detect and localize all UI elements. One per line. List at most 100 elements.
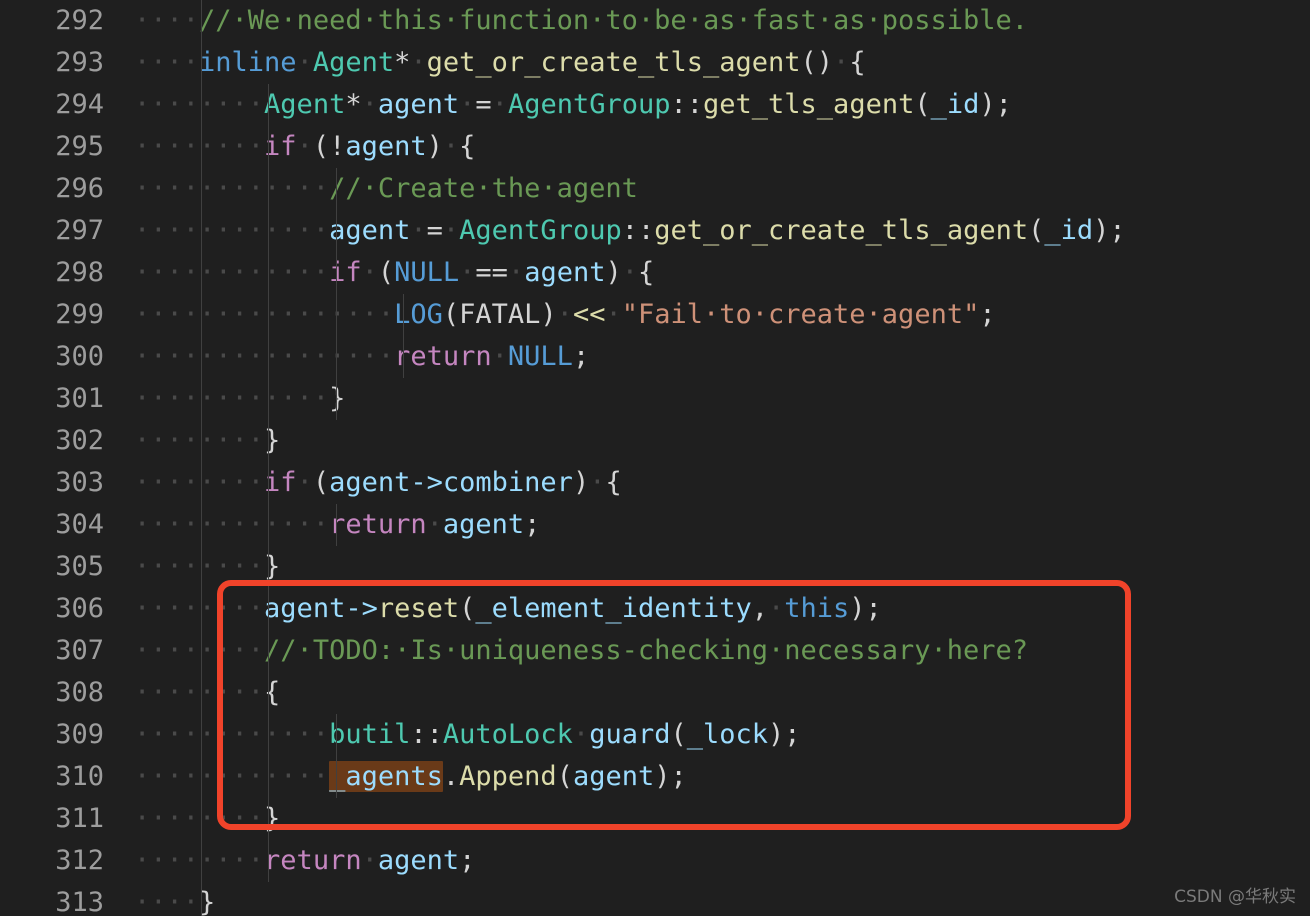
whitespace-marker: · — [361, 257, 378, 288]
whitespace-marker: · — [459, 89, 476, 120]
whitespace-markers: ···· — [134, 887, 200, 916]
code-token: guard — [589, 719, 671, 750]
code-line[interactable]: ············if·(NULL·==·agent)·{ — [134, 252, 654, 294]
code-line[interactable]: ········Agent*·agent·=·AgentGroup::get_t… — [134, 84, 1012, 126]
code-token: get_tls_agent — [703, 89, 915, 120]
indent-guide — [335, 714, 337, 798]
code-token: get_or_create_tls_agent — [426, 47, 801, 78]
code-token: //·We·need·this·function·to·be·as·fast·a… — [199, 5, 1029, 36]
code-token: ( — [377, 257, 395, 288]
whitespace-markers: ················ — [134, 299, 395, 330]
code-token: ( — [914, 89, 931, 120]
code-line[interactable]: ········if·(!agent)·{ — [134, 126, 475, 168]
code-line[interactable]: ········agent->reset(_element_identity,·… — [134, 588, 882, 630]
whitespace-markers: ········ — [134, 677, 265, 708]
code-line[interactable]: ········{ — [134, 672, 280, 714]
code-token: } — [264, 425, 281, 456]
code-token: = — [475, 89, 492, 120]
whitespace-markers: ············ — [134, 719, 330, 750]
code-line[interactable]: ········} — [134, 546, 280, 588]
code-content-area[interactable]: ····//·We·need·this·function·to·be·as·fa… — [128, 0, 1310, 916]
whitespace-marker: · — [296, 467, 313, 498]
line-number: 305 — [55, 551, 104, 582]
code-token: ( — [1028, 215, 1045, 246]
line-number: 292 — [55, 5, 104, 36]
code-token: agent — [572, 761, 655, 792]
whitespace-markers: ········ — [134, 551, 265, 582]
code-token: * — [345, 89, 362, 120]
whitespace-marker: · — [361, 845, 378, 876]
whitespace-markers: ········ — [134, 635, 265, 666]
code-token: :: — [410, 719, 443, 750]
code-token: NULL — [507, 341, 573, 372]
line-number: 297 — [55, 215, 104, 246]
code-token: agent — [524, 257, 606, 288]
code-line[interactable]: ············} — [134, 378, 345, 420]
code-token: * — [394, 47, 411, 78]
code-line[interactable]: ············butil::AutoLock·guard(_lock)… — [134, 714, 801, 756]
code-line[interactable]: ············//·Create·the·agent — [134, 168, 638, 210]
code-line[interactable]: ················return·NULL; — [134, 336, 589, 378]
code-line[interactable]: ········if·(agent->combiner)·{ — [134, 462, 622, 504]
whitespace-markers: ············ — [134, 173, 330, 204]
whitespace-marker: · — [459, 257, 476, 288]
line-number: 313 — [55, 887, 104, 916]
indent-guide — [402, 294, 404, 378]
whitespace-markers: ············ — [134, 257, 330, 288]
code-token: _id — [1044, 215, 1094, 246]
code-token: << — [572, 299, 606, 330]
whitespace-marker: · — [491, 89, 508, 120]
code-token: ) — [426, 131, 443, 162]
line-number: 302 — [55, 425, 104, 456]
whitespace-marker: · — [572, 719, 590, 750]
code-line[interactable]: ············_agents.Append(agent); — [134, 756, 687, 798]
code-line[interactable]: ········} — [134, 420, 280, 462]
code-token: { — [638, 257, 655, 288]
code-token: ); — [849, 593, 882, 624]
code-token: (! — [312, 131, 346, 162]
code-line[interactable]: ····} — [134, 882, 215, 916]
code-token: this — [784, 593, 850, 624]
code-token: { — [849, 47, 866, 78]
code-token: combiner — [442, 467, 573, 498]
code-token: } — [264, 551, 281, 582]
code-line[interactable]: ····//·We·need·this·function·to·be·as·fa… — [134, 0, 1028, 42]
whitespace-marker: · — [442, 215, 460, 246]
code-line[interactable]: ············return·agent; — [134, 504, 540, 546]
line-number: 309 — [55, 719, 104, 750]
line-number: 303 — [55, 467, 104, 498]
line-number: 304 — [55, 509, 104, 540]
code-token: _element_identity — [475, 593, 752, 624]
code-token: LOG — [394, 299, 443, 330]
code-token: = — [426, 215, 443, 246]
line-number: 310 — [55, 761, 104, 792]
line-number: 300 — [55, 341, 104, 372]
indent-guide — [268, 84, 270, 882]
whitespace-marker: · — [491, 341, 508, 372]
code-line[interactable]: ················LOG(FATAL)·<<·"Fail·to·c… — [134, 294, 996, 336]
code-token: agent — [377, 89, 460, 120]
code-token: ); — [768, 719, 801, 750]
whitespace-marker: · — [296, 47, 313, 78]
code-token: Append — [459, 761, 557, 792]
code-line[interactable]: ············agent·=·AgentGroup::get_or_c… — [134, 210, 1126, 252]
code-token: ); — [654, 761, 687, 792]
whitespace-markers: ········ — [134, 845, 265, 876]
csdn-watermark: CSDN @华秋实 — [1174, 887, 1296, 907]
whitespace-marker: · — [768, 593, 785, 624]
whitespace-marker: · — [507, 257, 525, 288]
code-editor[interactable]: 292 293 294 295 296 297 298 299 300 301 302 303 304 3… — [0, 0, 1310, 916]
code-token: reset — [377, 593, 460, 624]
code-line[interactable]: ····inline·Agent*·get_or_create_tls_agen… — [134, 42, 866, 84]
code-line[interactable]: ········return·agent; — [134, 840, 475, 882]
code-token: Agent — [312, 47, 395, 78]
line-number-gutter[interactable]: 292 293 294 295 296 297 298 299 300 301 302 303 304 3… — [0, 0, 128, 916]
code-line[interactable]: ········} — [134, 798, 280, 840]
line-number: 312 — [55, 845, 104, 876]
whitespace-marker: · — [426, 509, 443, 540]
code-token: AgentGroup — [459, 215, 622, 246]
code-token: { — [459, 131, 476, 162]
whitespace-markers: ············ — [134, 215, 330, 246]
code-token: _id — [930, 89, 980, 120]
code-token: AutoLock — [442, 719, 573, 750]
